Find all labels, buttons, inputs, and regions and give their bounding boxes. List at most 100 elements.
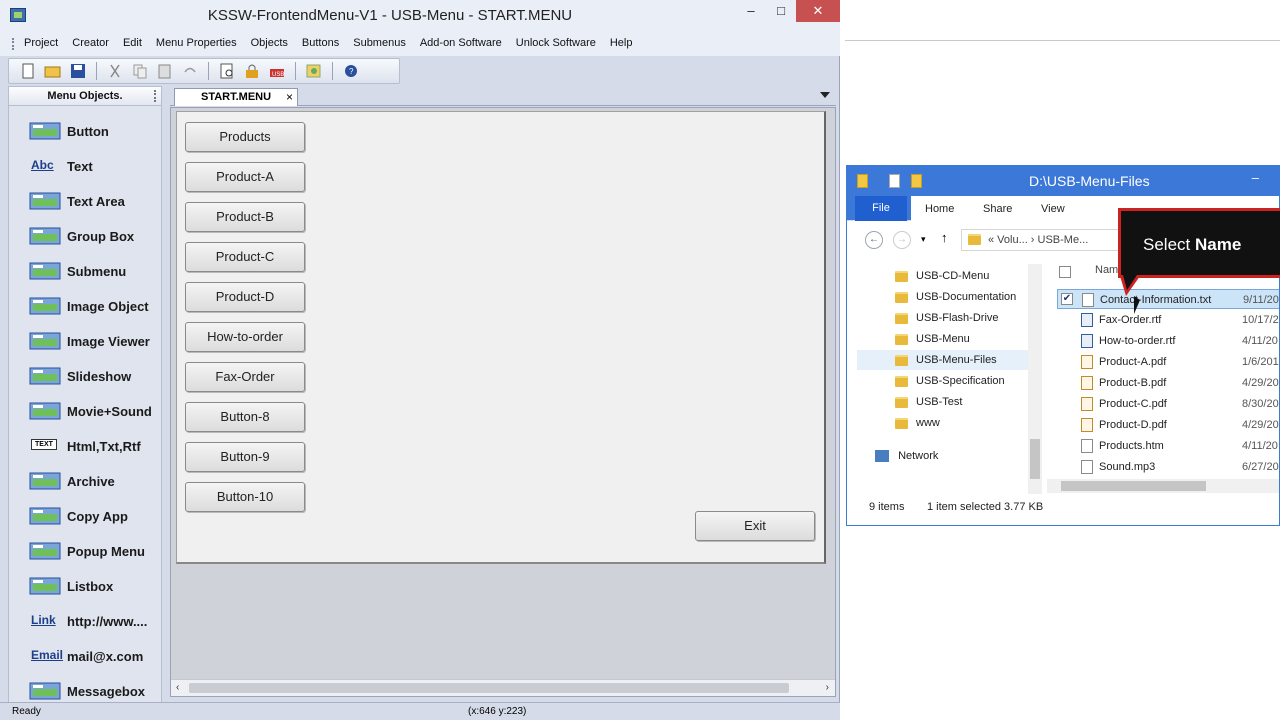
minimize-button[interactable]: –: [736, 0, 766, 22]
open-folder-icon[interactable]: [44, 63, 62, 79]
folder-icon: [895, 354, 908, 366]
scrollbar-thumb[interactable]: [1030, 439, 1040, 479]
copy-icon[interactable]: [131, 63, 149, 79]
menu-objects[interactable]: Objects: [251, 37, 288, 49]
file-row[interactable]: Product-D.pdf 4/29/20: [1057, 415, 1279, 435]
select-all-checkbox[interactable]: [1059, 266, 1071, 278]
row-checkbox[interactable]: ✔: [1061, 293, 1073, 305]
file-row[interactable]: How-to-order.rtf 4/11/20: [1057, 331, 1279, 351]
canvas-horizontal-scrollbar[interactable]: ‹ ›: [171, 679, 835, 696]
nav-item-folder[interactable]: USB-Menu: [895, 329, 970, 349]
object-item[interactable]: Link http://www....: [29, 609, 147, 633]
menu-edit[interactable]: Edit: [123, 37, 142, 49]
menu-project[interactable]: Project: [24, 37, 58, 49]
object-item[interactable]: Group Box: [29, 224, 134, 248]
menu-button-1[interactable]: Products: [185, 122, 305, 152]
file-list-scrollbar[interactable]: [1047, 479, 1279, 493]
nav-item-folder[interactable]: USB-Documentation: [895, 287, 1016, 307]
usb-export-icon[interactable]: USB: [268, 63, 286, 79]
file-row[interactable]: Product-A.pdf 1/6/201: [1057, 352, 1279, 372]
object-item[interactable]: Button: [29, 119, 109, 143]
maximize-button[interactable]: □: [766, 0, 796, 22]
object-item[interactable]: Image Object: [29, 294, 149, 318]
file-row[interactable]: ✔ Contact-Information.txt 9/11/20: [1057, 289, 1279, 309]
paste-icon[interactable]: [156, 63, 174, 79]
up-arrow-icon[interactable]: ↑: [941, 230, 948, 245]
menu-button-8[interactable]: Button-8: [185, 402, 305, 432]
cut-icon[interactable]: [106, 63, 124, 79]
forward-icon[interactable]: →: [893, 231, 911, 249]
file-row[interactable]: Fax-Order.rtf 10/17/2: [1057, 310, 1279, 330]
menu-creator[interactable]: Creator: [72, 37, 109, 49]
nav-item-folder[interactable]: USB-Flash-Drive: [895, 308, 999, 328]
panel-grip-icon[interactable]: [154, 90, 157, 102]
lock-icon[interactable]: [243, 63, 261, 79]
nav-item-network[interactable]: Network: [875, 446, 938, 466]
tab-share[interactable]: Share: [983, 203, 1012, 215]
find-icon[interactable]: [305, 63, 323, 79]
menu-unlock-software[interactable]: Unlock Software: [516, 37, 596, 49]
object-item[interactable]: TEXT Html,Txt,Rtf: [29, 434, 141, 458]
nav-item-folder[interactable]: USB-Menu-Files: [857, 350, 1029, 370]
menu-button-4[interactable]: Product-C: [185, 242, 305, 272]
nav-item-folder[interactable]: USB-Specification: [895, 371, 1005, 391]
status-text: Ready: [12, 706, 41, 717]
tab-close-icon[interactable]: ×: [286, 89, 293, 105]
nav-pane-scrollbar[interactable]: [1028, 264, 1042, 494]
preview-icon[interactable]: [218, 63, 236, 79]
toolbar-separator: [208, 62, 209, 80]
scrollbar-thumb[interactable]: [1061, 481, 1206, 491]
object-item[interactable]: Archive: [29, 469, 115, 493]
menu-buttons[interactable]: Buttons: [302, 37, 339, 49]
undo-icon[interactable]: [181, 63, 199, 79]
scrollbar-thumb[interactable]: [189, 683, 789, 693]
nav-item-folder[interactable]: USB-Test: [895, 392, 962, 412]
scroll-left-icon[interactable]: ‹: [176, 682, 179, 693]
folder-icon: [895, 396, 908, 408]
tab-list-dropdown-icon[interactable]: [820, 92, 830, 98]
properties-icon[interactable]: [889, 174, 900, 188]
new-folder-icon[interactable]: [911, 174, 922, 188]
close-button[interactable]: ✕: [796, 0, 840, 22]
file-row[interactable]: Sound.mp3 6/27/20: [1057, 457, 1279, 477]
nav-item-folder[interactable]: USB-CD-Menu: [895, 266, 989, 286]
object-item[interactable]: Image Viewer: [29, 329, 150, 353]
menu-help[interactable]: Help: [610, 37, 633, 49]
object-item[interactable]: Abc Text: [29, 154, 93, 178]
menu-button-7[interactable]: Fax-Order: [185, 362, 305, 392]
object-item[interactable]: Popup Menu: [29, 539, 145, 563]
file-row[interactable]: Product-B.pdf 4/29/20: [1057, 373, 1279, 393]
object-item[interactable]: Listbox: [29, 574, 113, 598]
new-file-icon[interactable]: [19, 63, 37, 79]
tab-start-menu[interactable]: START.MENU ×: [174, 88, 298, 106]
exit-button[interactable]: Exit: [695, 511, 815, 541]
back-icon[interactable]: ←: [865, 231, 883, 249]
explorer-minimize-button[interactable]: –: [1252, 170, 1259, 185]
object-item[interactable]: Copy App: [29, 504, 128, 528]
nav-item-folder[interactable]: www: [895, 413, 940, 433]
menu-button-6[interactable]: How-to-order: [185, 322, 305, 352]
object-item[interactable]: Movie+Sound: [29, 399, 152, 423]
menu-menu-properties[interactable]: Menu Properties: [156, 37, 237, 49]
save-icon[interactable]: [69, 63, 87, 79]
menu-button-2[interactable]: Product-A: [185, 162, 305, 192]
menu-button-5[interactable]: Product-D: [185, 282, 305, 312]
help-icon[interactable]: ?: [342, 63, 360, 79]
menu-add-on-software[interactable]: Add-on Software: [420, 37, 502, 49]
menu-submenus[interactable]: Submenus: [353, 37, 406, 49]
object-item[interactable]: Text Area: [29, 189, 125, 213]
menu-button-10[interactable]: Button-10: [185, 482, 305, 512]
tab-view[interactable]: View: [1041, 203, 1065, 215]
tab-file[interactable]: File: [855, 196, 907, 221]
file-row[interactable]: Products.htm 4/11/20: [1057, 436, 1279, 456]
scroll-right-icon[interactable]: ›: [826, 682, 829, 693]
menu-button-9[interactable]: Button-9: [185, 442, 305, 472]
object-item[interactable]: Messagebox: [29, 679, 145, 703]
object-item[interactable]: Email mail@x.com: [29, 644, 143, 668]
object-item[interactable]: Slideshow: [29, 364, 131, 388]
object-item[interactable]: Submenu: [29, 259, 126, 283]
recent-locations-icon[interactable]: ▾: [921, 234, 926, 245]
file-row[interactable]: Product-C.pdf 8/30/20: [1057, 394, 1279, 414]
tab-home[interactable]: Home: [925, 203, 954, 215]
menu-button-3[interactable]: Product-B: [185, 202, 305, 232]
